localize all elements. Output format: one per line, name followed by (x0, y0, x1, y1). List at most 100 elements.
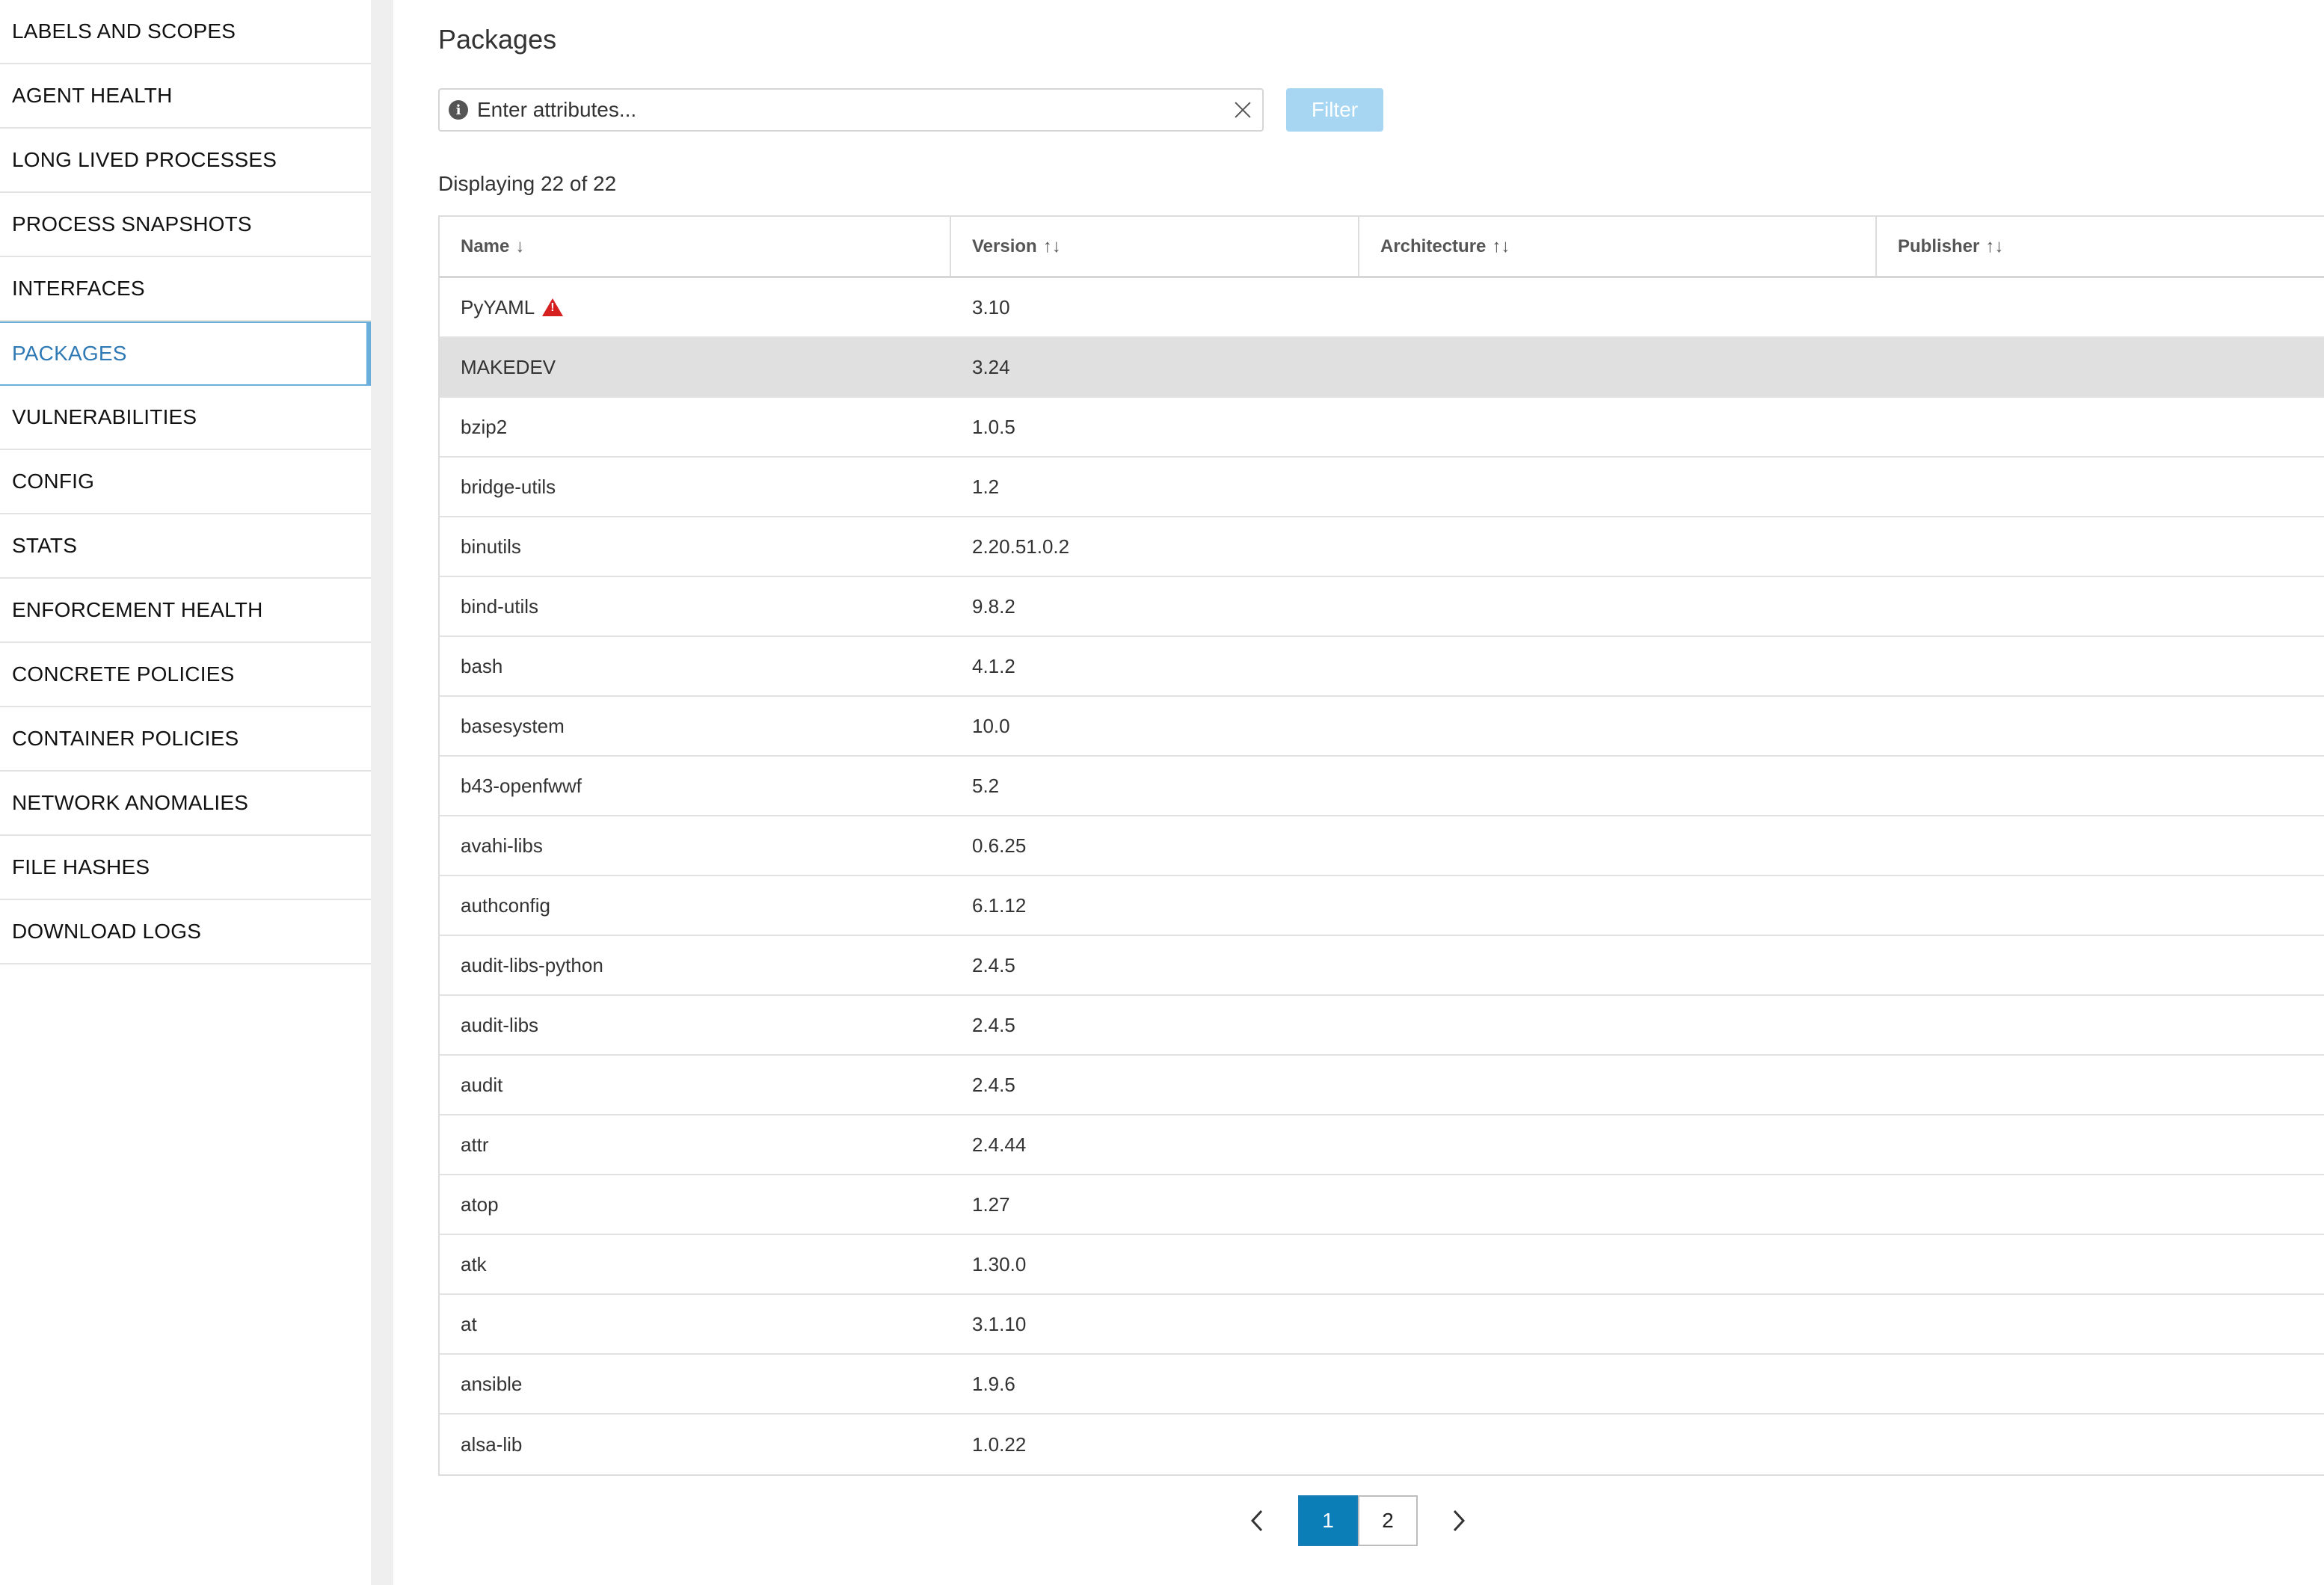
page-list: 12 (1298, 1495, 1418, 1546)
cell-version: 1.9.6 (951, 1355, 1359, 1413)
sidebar-item-label: LABELS AND SCOPES (12, 19, 236, 43)
sidebar-item-long-lived-processes[interactable]: LONG LIVED PROCESSES (0, 129, 371, 193)
cell-publisher (1877, 1175, 2324, 1234)
table-row[interactable]: ansible 1.9.6 (440, 1355, 2324, 1415)
cell-version-text: 2.4.44 (972, 1133, 1027, 1156)
table-row[interactable]: audit 2.4.5 (440, 1056, 2324, 1115)
cell-publisher (1877, 936, 2324, 994)
cell-version: 2.4.5 (951, 996, 1359, 1054)
cell-publisher (1877, 517, 2324, 576)
cell-architecture (1359, 1235, 1877, 1293)
table-row[interactable]: PyYAML 3.10 (440, 278, 2324, 338)
page-title: Packages (438, 24, 557, 55)
table-row[interactable]: atop 1.27 (440, 1175, 2324, 1235)
sidebar-item-container-policies[interactable]: CONTAINER POLICIES (0, 707, 371, 772)
sidebar-item-enforcement-health[interactable]: ENFORCEMENT HEALTH (0, 579, 371, 643)
cell-name-text: b43-openfwwf (461, 774, 582, 797)
cell-publisher (1877, 996, 2324, 1054)
cell-name: audit-libs-python (440, 936, 951, 994)
sidebar-item-network-anomalies[interactable]: NETWORK ANOMALIES (0, 772, 371, 836)
filter-input[interactable] (477, 98, 1232, 122)
cell-publisher (1877, 577, 2324, 635)
sidebar-item-file-hashes[interactable]: FILE HASHES (0, 836, 371, 900)
sidebar-item-label: ENFORCEMENT HEALTH (12, 598, 263, 621)
main-content: Packages i Filter Displaying 22 of 22 Na… (438, 0, 2324, 1585)
cell-version: 5.2 (951, 757, 1359, 815)
cell-publisher (1877, 1056, 2324, 1114)
table-row[interactable]: alsa-lib 1.0.22 (440, 1415, 2324, 1474)
column-header-publisher[interactable]: Publisher ↑↓ (1877, 217, 2324, 276)
table-row[interactable]: authconfig 6.1.12 (440, 876, 2324, 936)
warning-icon[interactable] (542, 298, 564, 316)
sidebar-item-concrete-policies[interactable]: CONCRETE POLICIES (0, 643, 371, 707)
filter-field[interactable]: i (438, 88, 1264, 132)
cell-version-text: 1.27 (972, 1192, 1010, 1216)
table-row[interactable]: audit-libs 2.4.5 (440, 996, 2324, 1056)
cell-architecture (1359, 996, 1877, 1054)
chevron-right-icon[interactable] (1440, 1495, 1478, 1546)
sidebar-item-config[interactable]: CONFIG (0, 450, 371, 514)
cell-version: 0.6.25 (951, 816, 1359, 875)
cell-name: audit-libs (440, 996, 951, 1054)
cell-name-text: avahi-libs (461, 834, 543, 857)
cell-name: ansible (440, 1355, 951, 1413)
table-row[interactable]: b43-openfwwf 5.2 (440, 757, 2324, 816)
sidebar-item-interfaces[interactable]: INTERFACES (0, 257, 371, 321)
sidebar-item-vulnerabilities[interactable]: VULNERABILITIES (0, 386, 371, 450)
page-button-2[interactable]: 2 (1358, 1495, 1418, 1546)
cell-name-text: ansible (461, 1372, 523, 1395)
table-row[interactable]: binutils 2.20.51.0.2 (440, 517, 2324, 577)
table-row[interactable]: bind-utils 9.8.2 (440, 577, 2324, 637)
sidebar-item-agent-health[interactable]: AGENT HEALTH (0, 64, 371, 129)
cell-architecture (1359, 1415, 1877, 1474)
pagination: 12 (1238, 1495, 1478, 1546)
sidebar-divider (371, 0, 393, 1585)
table-row[interactable]: at 3.1.10 (440, 1295, 2324, 1355)
cell-name-text: atk (461, 1252, 487, 1275)
sidebar-item-stats[interactable]: STATS (0, 514, 371, 579)
cell-name: MAKEDEV (440, 338, 951, 396)
cell-version: 1.0.22 (951, 1415, 1359, 1474)
cell-publisher (1877, 398, 2324, 456)
cell-name: authconfig (440, 876, 951, 935)
page-button-1[interactable]: 1 (1298, 1495, 1358, 1546)
cell-name-text: bind-utils (461, 594, 539, 618)
table-row[interactable]: attr 2.4.44 (440, 1115, 2324, 1175)
column-header-name[interactable]: Name ↓ (440, 217, 951, 276)
cell-name-text: atop (461, 1192, 499, 1216)
table-row[interactable]: basesystem 10.0 (440, 697, 2324, 757)
cell-name: basesystem (440, 697, 951, 755)
cell-architecture (1359, 1295, 1877, 1353)
cell-version-text: 3.24 (972, 355, 1010, 378)
cell-version-text: 5.2 (972, 774, 1000, 797)
cell-name: avahi-libs (440, 816, 951, 875)
cell-architecture (1359, 338, 1877, 396)
sidebar-item-process-snapshots[interactable]: PROCESS SNAPSHOTS (0, 193, 371, 257)
table-row[interactable]: avahi-libs 0.6.25 (440, 816, 2324, 876)
table-row[interactable]: MAKEDEV 3.24 (440, 338, 2324, 398)
cell-version: 2.4.5 (951, 936, 1359, 994)
cell-version: 3.10 (951, 278, 1359, 336)
filter-button[interactable]: Filter (1286, 88, 1383, 132)
sidebar-item-labels-and-scopes[interactable]: LABELS AND SCOPES (0, 0, 371, 64)
close-icon[interactable] (1232, 99, 1253, 120)
column-header-version[interactable]: Version ↑↓ (951, 217, 1359, 276)
table-row[interactable]: atk 1.30.0 (440, 1235, 2324, 1295)
table-row[interactable]: audit-libs-python 2.4.5 (440, 936, 2324, 996)
cell-architecture (1359, 458, 1877, 516)
cell-publisher (1877, 757, 2324, 815)
column-header-architecture[interactable]: Architecture ↑↓ (1359, 217, 1877, 276)
sidebar-item-packages[interactable]: PACKAGES (0, 321, 371, 386)
cell-version-text: 2.20.51.0.2 (972, 535, 1070, 558)
cell-publisher (1877, 1295, 2324, 1353)
cell-architecture (1359, 517, 1877, 576)
table-row[interactable]: bash 4.1.2 (440, 637, 2324, 697)
sidebar-item-download-logs[interactable]: DOWNLOAD LOGS (0, 900, 371, 964)
info-icon[interactable]: i (449, 100, 468, 120)
chevron-left-icon[interactable] (1238, 1495, 1276, 1546)
sidebar-item-label: VULNERABILITIES (12, 405, 197, 428)
table-row[interactable]: bzip2 1.0.5 (440, 398, 2324, 458)
cell-name-text: attr (461, 1133, 489, 1156)
cell-publisher (1877, 1235, 2324, 1293)
table-row[interactable]: bridge-utils 1.2 (440, 458, 2324, 517)
